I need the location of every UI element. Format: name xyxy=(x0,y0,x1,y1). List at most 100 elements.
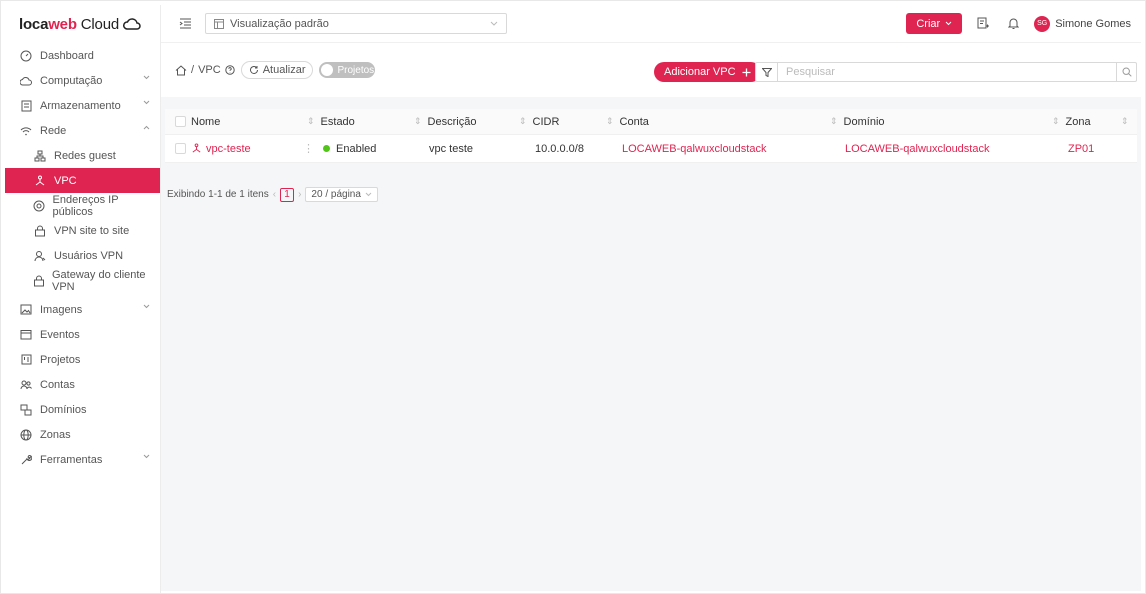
lock-icon xyxy=(33,274,45,288)
page-size-select[interactable]: 20 / página xyxy=(305,187,378,202)
sidebar-item-eventos[interactable]: Eventos xyxy=(5,322,160,347)
filter-icon[interactable] xyxy=(756,63,778,81)
sidebar: loca web Cloud Dashboard Computação Armaze… xyxy=(5,5,161,593)
image-icon xyxy=(19,303,33,317)
sidebar-item-enderecos-ip[interactable]: Endereços IP públicos xyxy=(5,193,160,218)
sidebar-item-ferramentas[interactable]: Ferramentas xyxy=(5,447,160,472)
bell-icon[interactable] xyxy=(1004,15,1022,33)
calendar-icon xyxy=(19,328,33,342)
chevron-down-icon xyxy=(490,21,498,26)
pagination-summary: Exibindo 1-1 de 1 itens xyxy=(167,189,269,200)
sidebar-item-dashboard[interactable]: Dashboard xyxy=(5,43,160,68)
sidebar-item-vpc[interactable]: VPC xyxy=(5,168,160,193)
toggle-knob xyxy=(321,64,334,76)
row-checkbox[interactable] xyxy=(175,143,186,154)
column-header-nome[interactable]: Nome xyxy=(191,109,220,134)
vpc-icon xyxy=(33,174,47,188)
page-toolbar: / VPC Atualizar Projetos Adicionar VPC P… xyxy=(161,43,1141,97)
search-box: Pesquisar xyxy=(755,62,1137,82)
sidebar-item-computacao[interactable]: Computação xyxy=(5,68,160,93)
chevron-down-icon xyxy=(143,75,150,80)
vpc-name-link[interactable]: vpc-teste xyxy=(191,135,251,162)
domain-icon xyxy=(19,403,33,417)
sidebar-item-vpn-site[interactable]: VPN site to site xyxy=(5,218,160,243)
layout-icon xyxy=(214,18,224,29)
cidr-cell: 10.0.0.0/8 xyxy=(535,142,584,155)
project-icon xyxy=(19,353,33,367)
column-header-estado[interactable]: Estado xyxy=(321,116,355,128)
projects-toggle[interactable]: Projetos xyxy=(319,62,376,78)
sidebar-item-contas[interactable]: Contas xyxy=(5,372,160,397)
tool-icon xyxy=(19,453,33,467)
sidebar-item-redes-guest[interactable]: Redes guest xyxy=(5,143,160,168)
sort-icon[interactable]: ⇕ xyxy=(1052,116,1060,127)
add-vpc-button[interactable]: Adicionar VPC xyxy=(654,62,761,82)
sidebar-item-armazenamento[interactable]: Armazenamento xyxy=(5,93,160,118)
sidebar-item-zonas[interactable]: Zonas xyxy=(5,422,160,447)
status-badge: Enabled xyxy=(323,135,376,162)
sidebar-item-usuarios-vpn[interactable]: Usuários VPN xyxy=(5,243,160,268)
drag-handle-icon[interactable]: ⋮ xyxy=(303,135,314,162)
storage-icon xyxy=(19,99,33,113)
create-button[interactable]: Criar xyxy=(906,13,963,34)
main-content: / VPC Atualizar Projetos Adicionar VPC P… xyxy=(161,43,1141,591)
menu-fold-icon[interactable] xyxy=(175,14,195,34)
sort-icon[interactable]: ⇕ xyxy=(1121,116,1129,127)
description-cell: vpc teste xyxy=(429,142,474,155)
next-page-icon[interactable]: › xyxy=(298,189,301,200)
sidebar-item-projetos[interactable]: Projetos xyxy=(5,347,160,372)
location-icon xyxy=(33,199,46,213)
sidebar-item-imagens[interactable]: Imagens xyxy=(5,297,160,322)
prev-page-icon[interactable]: ‹ xyxy=(273,189,276,200)
sidebar-item-gateway-vpn[interactable]: Gateway do cliente VPN xyxy=(5,268,160,293)
sort-icon[interactable]: ⇕ xyxy=(414,116,422,127)
topbar-actions: Criar SG Simone Gomes xyxy=(906,13,1141,34)
column-header-descricao[interactable]: Descrição xyxy=(428,116,477,128)
network-icon xyxy=(33,149,47,163)
table-row[interactable]: vpc-teste ⋮ Enabled vpc teste 10.0.0.0/8… xyxy=(165,135,1137,163)
table-header: Nome ⇕ Estado ⇕ Descrição ⇕ CIDR ⇕ Conta ⇕ Do… xyxy=(165,109,1137,135)
sidebar-item-dominios[interactable]: Domínios xyxy=(5,397,160,422)
home-icon[interactable] xyxy=(175,64,187,76)
column-header-cidr[interactable]: CIDR xyxy=(533,116,560,128)
sort-icon[interactable]: ⇕ xyxy=(830,116,838,127)
user-name[interactable]: Simone Gomes xyxy=(1055,18,1131,30)
select-all-checkbox[interactable] xyxy=(175,116,186,127)
vpc-table: Nome ⇕ Estado ⇕ Descrição ⇕ CIDR ⇕ Conta ⇕ Do… xyxy=(165,109,1137,163)
sort-icon[interactable]: ⇕ xyxy=(519,116,527,127)
zone-link[interactable]: ZP01 xyxy=(1068,135,1094,162)
chevron-down-icon xyxy=(143,100,150,105)
sort-icon[interactable]: ⇕ xyxy=(307,116,315,127)
chevron-down-icon xyxy=(945,21,952,26)
account-link[interactable]: LOCAWEB-qalwuxcloudstack xyxy=(622,135,766,162)
vpc-icon xyxy=(191,143,202,154)
view-select[interactable]: Visualização padrão xyxy=(205,13,507,34)
sidebar-item-rede[interactable]: Rede xyxy=(5,118,160,143)
refresh-button[interactable]: Atualizar xyxy=(240,61,314,79)
project-switch-icon[interactable] xyxy=(974,15,992,33)
brand-logo[interactable]: loca web Cloud xyxy=(5,5,160,43)
column-header-zona[interactable]: Zona xyxy=(1066,116,1091,128)
column-header-dominio[interactable]: Domínio xyxy=(844,116,885,128)
sort-icon[interactable]: ⇕ xyxy=(606,116,614,127)
chevron-up-icon xyxy=(143,125,150,130)
avatar[interactable]: SG xyxy=(1034,15,1051,32)
chevron-down-icon xyxy=(143,454,150,459)
breadcrumb-current: VPC xyxy=(198,64,221,76)
pagination: Exibindo 1-1 de 1 itens ‹ 1 › 20 / págin… xyxy=(167,187,378,202)
cloud-icon xyxy=(19,74,33,88)
cloud-logo-icon xyxy=(123,18,141,30)
breadcrumb: / VPC xyxy=(175,64,235,76)
reload-icon xyxy=(249,65,259,75)
column-header-conta[interactable]: Conta xyxy=(620,116,649,128)
topbar: Visualização padrão Criar SG Simone Gome… xyxy=(161,5,1141,43)
page-number[interactable]: 1 xyxy=(280,187,295,202)
help-icon[interactable] xyxy=(224,65,235,75)
wifi-icon xyxy=(19,124,33,138)
lock-icon xyxy=(33,224,47,238)
status-dot xyxy=(323,145,330,152)
chevron-down-icon xyxy=(143,304,150,309)
search-input[interactable]: Pesquisar xyxy=(778,66,1116,78)
search-icon[interactable] xyxy=(1116,63,1136,81)
domain-link[interactable]: LOCAWEB-qalwuxcloudstack xyxy=(845,135,989,162)
